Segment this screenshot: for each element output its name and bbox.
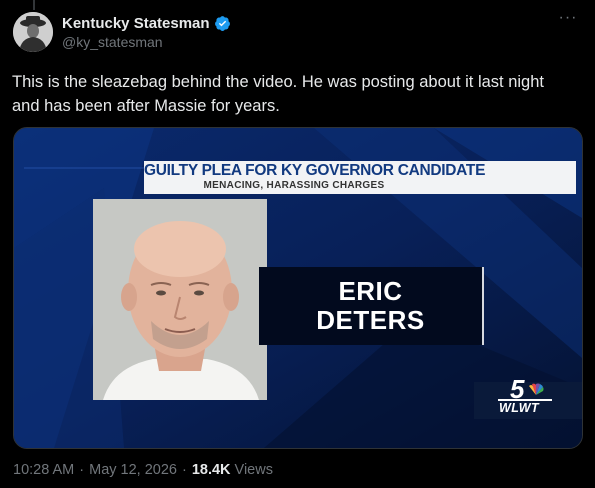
tweet-metadata: 10:28 AM · May 12, 2026 · 18.4K Views <box>13 462 273 478</box>
tweet-text-line-2: and has been after Massie for years. <box>12 97 280 115</box>
author-name-row[interactable]: Kentucky Statesman <box>62 13 231 33</box>
station-logo-text: WLWT <box>499 401 540 415</box>
author-handle[interactable]: @ky_statesman <box>62 34 163 50</box>
tweet-text: This is the sleazebag behind the video. … <box>12 70 587 118</box>
more-options-icon[interactable]: ··· <box>557 10 579 30</box>
name-plate-first-name: ERIC <box>338 276 403 306</box>
tweet-date[interactable]: May 12, 2026 <box>89 462 177 478</box>
person-portrait <box>93 199 267 400</box>
meta-separator: · <box>79 462 85 478</box>
tweet-text-line-1: This is the sleazebag behind the video. … <box>12 73 544 91</box>
chyron-headline: GUILTY PLEA FOR KY GOVERNOR CANDIDATE <box>144 162 486 179</box>
avatar[interactable] <box>13 12 53 52</box>
tweet-media-image[interactable]: GUILTY PLEA FOR KY GOVERNOR CANDIDATE ME… <box>13 127 583 449</box>
verified-badge-icon <box>214 15 230 31</box>
station-logo: 5 WLWT <box>474 374 582 419</box>
avatar-image <box>13 12 53 52</box>
meta-separator: · <box>181 462 187 478</box>
author-display-name[interactable]: Kentucky Statesman <box>62 15 210 32</box>
views-count: 18.4K <box>191 462 231 478</box>
peacock-icon <box>529 383 544 395</box>
chyron-subheadline: MENACING, HARASSING CHARGES <box>203 180 385 191</box>
name-plate-last-name: DETERS <box>316 305 425 335</box>
tweet-time[interactable]: 10:28 AM <box>13 462 74 478</box>
mugshot-photo <box>93 199 267 400</box>
views-label: Views <box>234 462 273 478</box>
news-chyron: GUILTY PLEA FOR KY GOVERNOR CANDIDATE ME… <box>144 161 576 194</box>
name-plate: ERIC DETERS <box>259 267 484 345</box>
thread-connector-line <box>33 0 35 10</box>
